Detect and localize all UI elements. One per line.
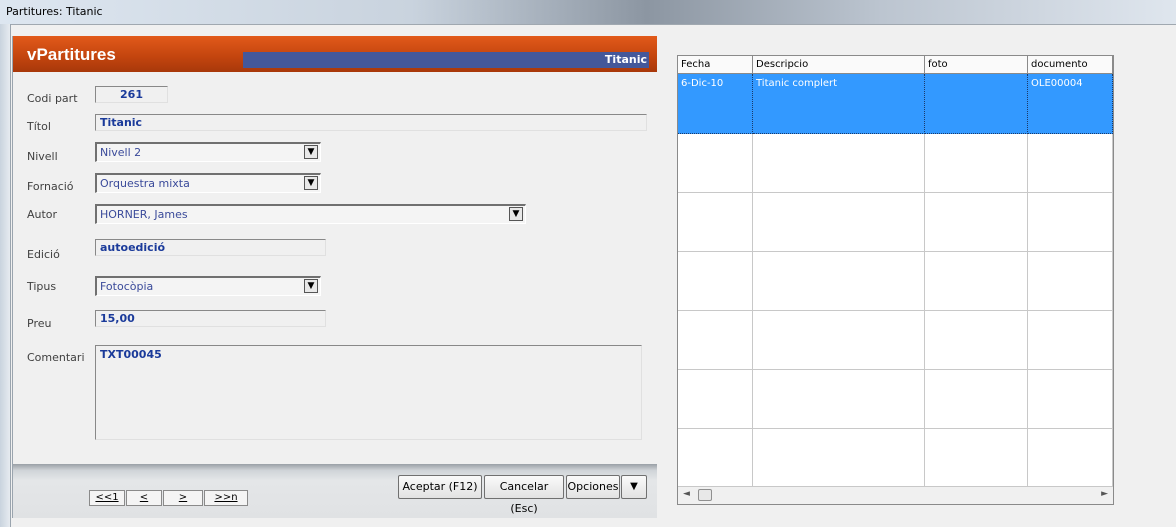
accept-button[interactable]: Aceptar (F12) [398, 475, 482, 499]
options-button[interactable]: Opciones [566, 475, 620, 499]
nav-next-button[interactable]: > [163, 490, 203, 506]
form-footer: <<1 < > >>n Aceptar (F12) Cancelar (Esc)… [13, 464, 657, 518]
chevron-down-icon[interactable]: ▼ [304, 145, 318, 159]
horizontal-scrollbar[interactable]: ◄ ► [678, 486, 1113, 504]
record-title: Titanic [604, 53, 647, 66]
table-row[interactable] [678, 134, 1113, 193]
nav-last-button[interactable]: >>n [204, 490, 248, 506]
window-left-edge [0, 24, 11, 527]
scroll-right-icon[interactable]: ► [1101, 489, 1108, 499]
options-dropdown-icon[interactable]: ▼ [621, 475, 647, 499]
header-strip [243, 52, 649, 68]
scroll-thumb[interactable] [698, 489, 712, 501]
table-row[interactable] [678, 370, 1113, 429]
preu-field[interactable]: 15,00 [95, 310, 326, 327]
autor-combo[interactable]: HORNER, James ▼ [95, 204, 526, 224]
cell-documento[interactable]: OLE00004 [1028, 74, 1113, 134]
comentari-label: Comentari [27, 351, 85, 364]
tipus-combo[interactable]: Fotocòpia ▼ [95, 276, 321, 296]
tipus-label: Tipus [27, 280, 57, 293]
tipus-value: Fotocòpia [100, 280, 154, 293]
table-row[interactable] [678, 252, 1113, 311]
window-titlebar: Partitures: Titanic [0, 0, 1176, 25]
scroll-left-icon[interactable]: ◄ [683, 489, 690, 499]
autor-value: HORNER, James [100, 208, 188, 221]
col-header-documento[interactable]: documento [1028, 56, 1113, 74]
table-row[interactable] [678, 429, 1113, 487]
form-panel: vPartitures Titanic Codi part 261 Títol … [12, 36, 657, 518]
table-row[interactable] [678, 311, 1113, 370]
cell-fecha[interactable]: 6-Dic-10 [678, 74, 753, 134]
documents-grid: Fecha Descripcio foto documento 6-Dic-10… [677, 55, 1114, 505]
form-header: vPartitures Titanic [13, 36, 657, 72]
formacio-label: Fornació [27, 180, 74, 193]
edicio-field[interactable]: autoedició [95, 239, 326, 256]
nivell-value: Nivell 2 [100, 146, 142, 159]
formacio-combo[interactable]: Orquestra mixta ▼ [95, 173, 321, 193]
table-row[interactable]: 6-Dic-10 Titanic complert OLE00004 [678, 74, 1113, 134]
cancel-button[interactable]: Cancelar (Esc) [484, 475, 564, 515]
edicio-label: Edició [27, 248, 60, 261]
preu-label: Preu [27, 317, 52, 330]
codi-part-field[interactable]: 261 [95, 86, 168, 103]
nivell-label: Nivell [27, 150, 58, 163]
comentari-field[interactable]: TXT00045 [95, 345, 642, 440]
titol-label: Títol [27, 120, 51, 133]
nivell-combo[interactable]: Nivell 2 ▼ [95, 142, 321, 162]
nav-prev-button[interactable]: < [126, 490, 162, 506]
grid-header: Fecha Descripcio foto documento [678, 56, 1113, 74]
window-title: Partitures: Titanic [6, 5, 103, 18]
nav-first-button[interactable]: <<1 [89, 490, 125, 506]
cell-foto[interactable] [925, 74, 1028, 134]
chevron-down-icon[interactable]: ▼ [509, 207, 523, 221]
col-header-fecha[interactable]: Fecha [678, 56, 753, 74]
chevron-down-icon[interactable]: ▼ [304, 176, 318, 190]
chevron-down-icon[interactable]: ▼ [304, 279, 318, 293]
col-header-foto[interactable]: foto [925, 56, 1028, 74]
codi-part-label: Codi part [27, 92, 78, 105]
form-title: vPartitures [27, 45, 116, 64]
autor-label: Autor [27, 208, 58, 221]
cell-descripcio[interactable]: Titanic complert [753, 74, 925, 134]
col-header-descripcio[interactable]: Descripcio [753, 56, 925, 74]
comentari-value: TXT00045 [100, 348, 162, 361]
titol-field[interactable]: Titanic [95, 114, 647, 131]
table-row[interactable] [678, 193, 1113, 252]
formacio-value: Orquestra mixta [100, 177, 190, 190]
